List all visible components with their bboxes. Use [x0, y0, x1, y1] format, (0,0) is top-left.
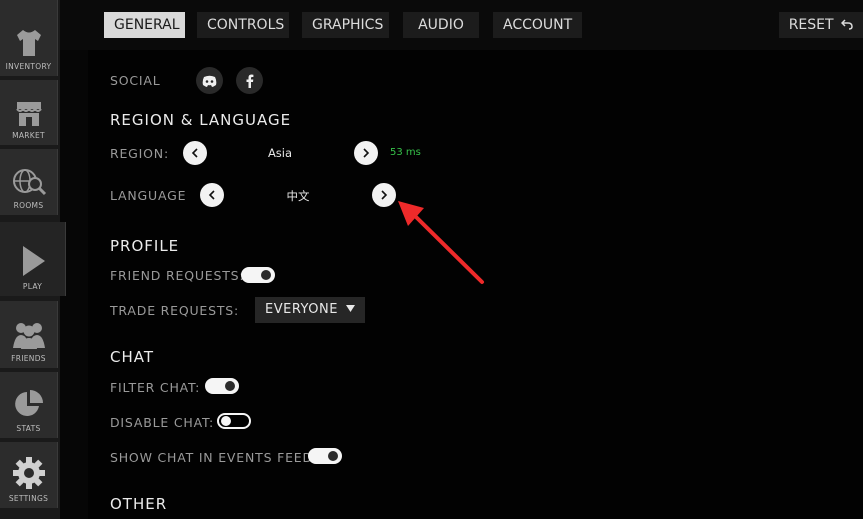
sidebar: INVENTORY MARKET ROOMS PLAY FRIENDS STAT… — [0, 0, 66, 519]
discord-button[interactable] — [196, 67, 223, 94]
region-prev-button[interactable] — [183, 141, 207, 165]
language-label: LANGUAGE — [110, 188, 187, 203]
language-next-button[interactable] — [372, 183, 396, 207]
sidebar-item-label: FRIENDS — [11, 354, 46, 363]
toggle-knob — [328, 451, 338, 461]
toggle-knob — [221, 416, 231, 426]
tab-general[interactable]: GENERAL — [104, 12, 185, 38]
shirt-icon — [16, 30, 41, 56]
discord-icon — [202, 75, 217, 87]
pie-chart-icon — [14, 390, 43, 416]
people-icon — [12, 323, 45, 349]
trade-requests-value: EVERYONE — [265, 302, 338, 317]
region-label: REGION: — [110, 146, 169, 161]
sidebar-item-label: ROOMS — [13, 201, 44, 210]
tab-account[interactable]: ACCOUNT — [493, 12, 582, 38]
disable-chat-toggle[interactable] — [217, 413, 251, 429]
chevron-right-icon — [381, 190, 388, 200]
sidebar-item-label: MARKET — [12, 131, 45, 140]
trade-requests-label: TRADE REQUESTS: — [110, 303, 240, 318]
globe-search-icon — [12, 169, 46, 196]
toggle-knob — [261, 270, 271, 280]
friend-requests-label: FRIEND REQUESTS: — [110, 268, 245, 283]
region-next-button[interactable] — [354, 141, 378, 165]
tab-graphics[interactable]: GRAPHICS — [302, 12, 389, 38]
sidebar-item-settings[interactable]: SETTINGS — [0, 442, 58, 508]
filter-chat-label: FILTER CHAT: — [110, 380, 201, 395]
language-value: 中文 — [286, 189, 310, 203]
gear-icon — [12, 457, 45, 489]
sidebar-item-inventory[interactable]: INVENTORY — [0, 0, 58, 76]
events-feed-label: SHOW CHAT IN EVENTS FEED: — [110, 450, 318, 465]
toggle-knob — [225, 381, 235, 391]
sidebar-item-label: PLAY — [22, 282, 43, 291]
store-icon — [15, 102, 42, 126]
other-title: OTHER — [110, 495, 168, 513]
reset-button[interactable]: RESET — [778, 12, 863, 38]
sidebar-item-market[interactable]: MARKET — [0, 80, 58, 145]
undo-icon — [840, 19, 853, 30]
ping-readout: 53 ms — [390, 147, 421, 158]
disable-chat-label: DISABLE CHAT: — [110, 415, 215, 430]
chevron-left-icon — [208, 190, 215, 200]
sidebar-item-label: STATS — [16, 424, 41, 433]
facebook-icon — [246, 74, 253, 88]
filter-chat-toggle[interactable] — [205, 378, 239, 394]
tab-audio[interactable]: AUDIO — [403, 12, 479, 38]
language-prev-button[interactable] — [200, 183, 224, 207]
settings-tab-bar: GENERAL CONTROLS GRAPHICS AUDIO ACCOUNT … — [60, 0, 863, 50]
sidebar-item-play[interactable]: PLAY — [0, 222, 66, 296]
settings-panel: SOCIAL REGION & LANGUAGE REGION: Asia 53… — [88, 50, 863, 519]
sidebar-item-friends[interactable]: FRIENDS — [0, 301, 58, 368]
friend-requests-toggle[interactable] — [241, 267, 275, 283]
social-label: SOCIAL — [110, 73, 161, 88]
reset-label: RESET — [788, 17, 834, 33]
caret-down-icon — [345, 305, 355, 312]
facebook-button[interactable] — [236, 67, 263, 94]
region-value: Asia — [267, 146, 293, 160]
profile-title: PROFILE — [110, 237, 180, 255]
chevron-left-icon — [191, 148, 198, 158]
region-language-title: REGION & LANGUAGE — [110, 111, 292, 129]
sidebar-item-label: INVENTORY — [5, 62, 52, 71]
trade-requests-dropdown[interactable]: EVERYONE — [255, 297, 365, 323]
tab-controls[interactable]: CONTROLS — [197, 12, 289, 38]
play-icon — [22, 246, 45, 276]
sidebar-item-label: SETTINGS — [8, 494, 49, 503]
chevron-right-icon — [363, 148, 370, 158]
sidebar-item-stats[interactable]: STATS — [0, 372, 58, 438]
events-feed-toggle[interactable] — [308, 448, 342, 464]
chat-title: CHAT — [110, 348, 155, 366]
sidebar-item-rooms[interactable]: ROOMS — [0, 149, 58, 215]
